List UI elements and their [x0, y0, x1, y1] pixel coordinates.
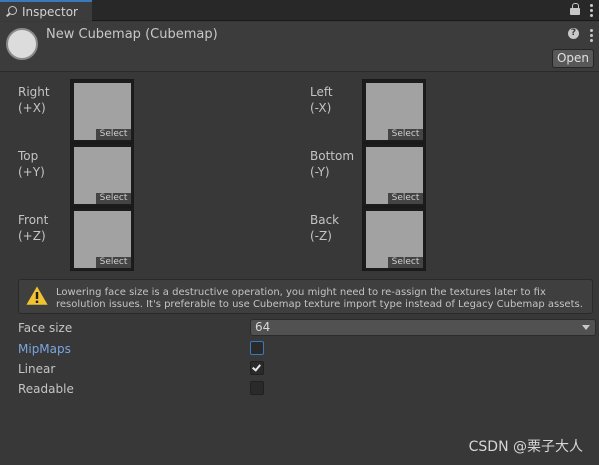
face-label-right: Right (+X) — [18, 84, 50, 116]
face-slot-front[interactable]: Select — [70, 207, 134, 271]
face-axis: (+X) — [18, 101, 46, 115]
face-axis: (+Y) — [18, 165, 45, 179]
select-button-right[interactable]: Select — [96, 129, 131, 140]
mipmaps-checkbox[interactable] — [250, 341, 264, 355]
lock-icon[interactable] — [570, 3, 580, 15]
tab-inspector[interactable]: Inspector — [0, 0, 92, 21]
search-icon — [6, 6, 17, 17]
help-icon[interactable]: ? — [568, 28, 579, 39]
watermark: CSDN @栗子大人 — [468, 439, 583, 455]
face-axis: (-Y) — [310, 165, 330, 179]
face-label-left: Left (-X) — [310, 84, 333, 116]
face-size-label: Face size — [18, 321, 73, 335]
face-axis: (-X) — [310, 101, 332, 115]
readable-checkbox[interactable] — [250, 381, 264, 395]
select-button-top[interactable]: Select — [96, 193, 131, 204]
select-button-back[interactable]: Select — [388, 257, 423, 268]
chevron-down-icon — [582, 325, 590, 330]
checkmark-icon — [252, 362, 261, 372]
face-axis: (+Z) — [18, 229, 46, 243]
face-size-value: 64 — [255, 320, 271, 334]
face-name: Bottom — [310, 149, 355, 163]
warning-helpbox: Lowering face size is a destructive oper… — [18, 279, 593, 314]
cubemap-asset-icon — [6, 28, 38, 60]
face-label-front: Front (+Z) — [18, 212, 48, 244]
readable-label: Readable — [18, 382, 74, 396]
face-axis: (-Z) — [310, 229, 332, 243]
open-button[interactable]: Open — [552, 49, 594, 68]
face-label-top: Top (+Y) — [18, 148, 45, 180]
asset-title: New Cubemap (Cubemap) — [46, 27, 218, 42]
warning-text: Lowering face size is a destructive oper… — [56, 287, 583, 310]
more-options-icon[interactable] — [590, 3, 593, 17]
warning-icon — [25, 285, 49, 306]
face-slot-top[interactable]: Select — [70, 143, 134, 207]
face-size-dropdown[interactable]: 64 — [250, 319, 596, 336]
face-slot-left[interactable]: Select — [362, 79, 426, 143]
face-slot-back[interactable]: Select — [362, 207, 426, 271]
linear-label: Linear — [18, 362, 56, 376]
select-button-left[interactable]: Select — [388, 129, 423, 140]
face-slot-bottom[interactable]: Select — [362, 143, 426, 207]
select-button-bottom[interactable]: Select — [388, 193, 423, 204]
inspector-header: New Cubemap (Cubemap) ? Open — [0, 22, 599, 72]
face-label-back: Back (-Z) — [310, 212, 339, 244]
component-menu-icon[interactable] — [590, 28, 593, 42]
tab-bar: Inspector — [0, 0, 599, 21]
face-name: Back — [310, 213, 340, 227]
tab-label: Inspector — [22, 4, 78, 19]
mipmaps-label: MipMaps — [18, 342, 71, 356]
face-name: Left — [310, 85, 333, 99]
select-button-front[interactable]: Select — [96, 257, 131, 268]
face-label-bottom: Bottom (-Y) — [310, 148, 354, 180]
face-name: Right — [18, 85, 50, 99]
face-name: Top — [18, 149, 39, 163]
face-name: Front — [18, 213, 49, 227]
linear-checkbox[interactable] — [250, 361, 264, 375]
face-slot-right[interactable]: Select — [70, 79, 134, 143]
